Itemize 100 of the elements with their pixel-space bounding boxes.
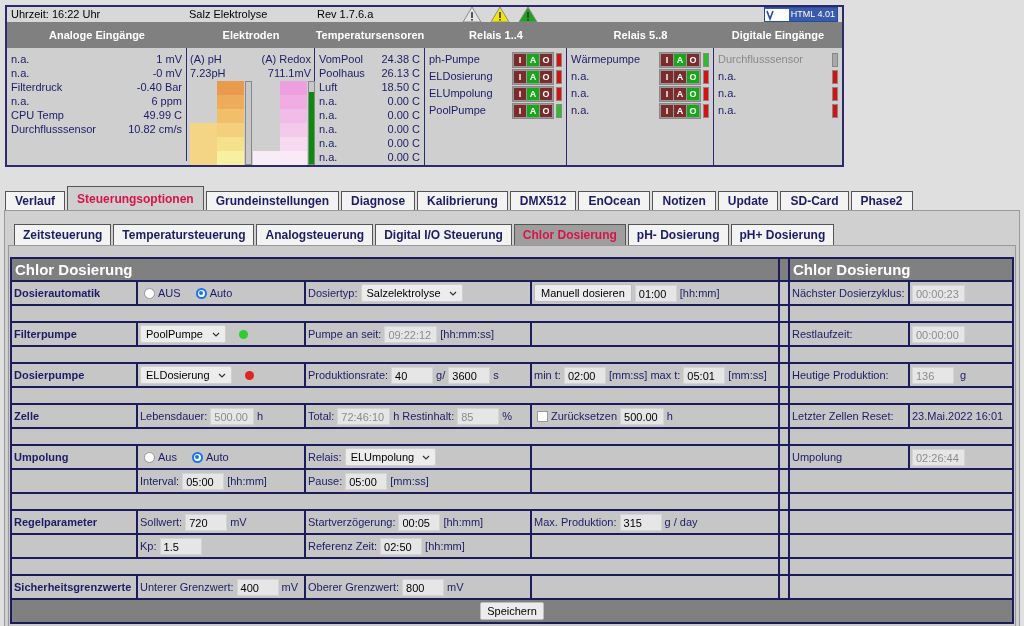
mode-toggle[interactable]: I xyxy=(514,104,526,117)
table-cell xyxy=(780,347,788,362)
input-field[interactable]: 315 xyxy=(619,513,662,531)
row-label: Filterpumpe xyxy=(12,323,136,345)
table-cell xyxy=(780,388,788,403)
field-label: [hh:mm] xyxy=(679,285,720,301)
chevron-icon xyxy=(448,290,457,296)
table-cell xyxy=(780,282,788,304)
field-label: Pause: xyxy=(308,473,343,489)
tab[interactable]: Temperatursteuerung xyxy=(113,224,255,245)
tab[interactable]: Zeitsteuerung xyxy=(14,224,112,245)
mode-toggle[interactable]: I xyxy=(514,87,526,100)
mode-toggle[interactable]: O xyxy=(540,104,552,117)
electrode-value: 711.1mV xyxy=(267,66,311,80)
tab[interactable]: Diagnose xyxy=(341,191,416,210)
tab[interactable]: Grundeinstellungen xyxy=(205,191,340,210)
tab[interactable]: Kalibrierung xyxy=(417,191,508,210)
tab[interactable]: Analogsteuerung xyxy=(256,224,374,245)
mode-toggle[interactable]: I xyxy=(661,87,673,100)
tab[interactable]: EnOcean xyxy=(578,191,651,210)
sensor-name: Durchflusssensor xyxy=(11,122,96,136)
field-label: [mm:ss] xyxy=(608,367,648,383)
sensor-value: 26.13 C xyxy=(381,66,420,80)
relay-name: ELUmpolung xyxy=(429,86,493,102)
mode-toggle[interactable]: I xyxy=(514,70,526,83)
mode-toggle[interactable]: O xyxy=(540,70,552,83)
table-cell xyxy=(780,429,788,444)
field-label: h xyxy=(256,408,264,424)
field-label: Pumpe an seit: xyxy=(308,326,382,342)
push-button[interactable]: Manuell dosieren xyxy=(534,284,632,302)
table-cell xyxy=(780,306,788,321)
tab[interactable]: pH- Dosierung xyxy=(627,224,729,245)
input-field[interactable]: 800 xyxy=(402,578,445,596)
radio-button[interactable]: AUS xyxy=(144,284,181,302)
sensor-name: n.a. xyxy=(319,150,338,164)
input-field[interactable]: 05:00 xyxy=(182,472,225,490)
electrode-name: (A) Redox xyxy=(261,52,311,66)
radio-button[interactable]: Auto xyxy=(191,448,229,466)
input-field[interactable]: 00:05 xyxy=(398,513,441,531)
app-title: Salz Elektrolyse xyxy=(189,7,269,23)
mode-toggle[interactable]: A xyxy=(674,70,686,83)
tab[interactable]: DMX512 xyxy=(509,191,577,210)
save-button[interactable]: Speichern xyxy=(480,602,544,620)
dropdown[interactable]: Salzelektrolyse xyxy=(360,284,463,302)
relay-name: n.a. xyxy=(571,86,590,102)
table-cell xyxy=(780,364,788,386)
field-label: s xyxy=(493,367,499,383)
input-field[interactable]: 720 xyxy=(185,513,228,531)
row-label: Dosierpumpe xyxy=(12,364,136,386)
radio-button[interactable]: Auto xyxy=(195,284,233,302)
mode-toggle[interactable]: I xyxy=(514,53,526,66)
field-label: Oberer Grenzwert: xyxy=(308,579,400,595)
row-label: Regelparameter xyxy=(12,511,136,533)
input-field[interactable]: 40 xyxy=(391,366,434,384)
field-label: mV xyxy=(281,579,299,595)
input-field[interactable]: 02:50 xyxy=(380,537,423,555)
sensor-name: Poolhaus xyxy=(319,66,365,80)
dropdown[interactable]: ELUmpolung xyxy=(344,448,437,466)
input-field[interactable]: 400 xyxy=(236,578,279,596)
tab[interactable]: SD-Card xyxy=(780,191,849,210)
mode-toggle[interactable]: O xyxy=(687,53,699,66)
input-field[interactable]: 1.5 xyxy=(159,537,202,555)
tab[interactable]: Update xyxy=(717,191,779,210)
mode-toggle[interactable]: I xyxy=(661,70,673,83)
input-field[interactable]: 02:00 xyxy=(563,366,606,384)
tab[interactable]: Notizen xyxy=(652,191,716,210)
relay-name: ELDosierung xyxy=(429,69,493,85)
table-cell xyxy=(780,259,788,280)
mode-toggle[interactable]: I xyxy=(661,104,673,117)
field-label: Sollwert: xyxy=(140,514,183,530)
input-field[interactable]: 3600 xyxy=(448,366,491,384)
tab[interactable]: Verlauf xyxy=(5,191,66,210)
table-cell xyxy=(780,446,788,468)
tab[interactable]: Digital I/O Steuerung xyxy=(375,224,512,245)
dropdown[interactable]: ELDosierung xyxy=(140,366,232,384)
radio-icon xyxy=(191,451,203,463)
radio-button[interactable]: Aus xyxy=(144,448,177,466)
input-field[interactable]: 05:01 xyxy=(683,366,726,384)
mode-toggle[interactable]: I xyxy=(661,53,673,66)
mode-toggle[interactable]: A xyxy=(674,87,686,100)
field-label: 23.Mai.2022 16:01 xyxy=(912,408,1004,424)
field-label: g/ xyxy=(436,367,446,383)
tab[interactable]: Phase2 xyxy=(850,191,913,210)
sensor-name: n.a. xyxy=(319,108,338,122)
column-header: Elektroden xyxy=(187,22,315,48)
checkbox[interactable]: Zurücksetzen xyxy=(537,407,618,425)
mode-toggle[interactable]: O xyxy=(540,87,552,100)
field-label: Relais: xyxy=(308,449,342,465)
input-field[interactable]: 05:00 xyxy=(345,472,388,490)
input-field[interactable]: 500.00 xyxy=(620,407,664,425)
tab[interactable]: pH+ Dosierung xyxy=(730,224,835,245)
field-label: g / day xyxy=(664,514,698,530)
revision-text: Rev 1.7.6.a xyxy=(317,7,375,23)
mode-toggle[interactable]: A xyxy=(674,104,686,117)
field-label: Interval: xyxy=(140,473,180,489)
dropdown[interactable]: PoolPumpe xyxy=(140,325,226,343)
field-label: [hh:mm] xyxy=(227,473,267,489)
mode-toggle[interactable]: O xyxy=(540,53,552,66)
field-label: Unterer Grenzwert: xyxy=(140,579,234,595)
input-field[interactable]: 01:00 xyxy=(634,284,677,302)
